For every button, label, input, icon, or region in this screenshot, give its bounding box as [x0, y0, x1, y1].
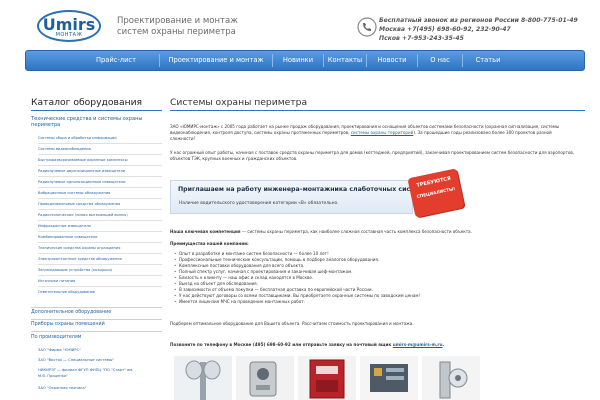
call-to-action: Позвоните по телефону в Москве (495) 698…: [170, 342, 575, 348]
nav-item-new[interactable]: Новинки: [273, 51, 323, 70]
call-end: .: [442, 342, 445, 347]
sidebar-subitem[interactable]: Радиотехнические (линия вытекающей волны…: [38, 210, 128, 220]
electronics-board-icon: [360, 356, 418, 400]
sidebar-subitem[interactable]: Источники питания: [38, 276, 75, 286]
pick-equipment-text: Подберем оптимальное оборудование для Ва…: [170, 321, 414, 326]
key-competence-text: — системы охраны периметра, как наиболее…: [240, 229, 472, 234]
sidebar-subitem[interactable]: Комбинированные извещатели: [38, 232, 98, 242]
nav-item-articles[interactable]: Статьи: [463, 51, 513, 70]
tagline-line: систем охраны периметра: [117, 27, 236, 37]
sidebar-subitem[interactable]: Технические средства охраны ограждения: [38, 243, 120, 253]
banner-title: Приглашаем на работу инженера–монтажника…: [178, 186, 423, 193]
detector-device-icon: [236, 356, 294, 400]
tagline-line: Проектирование и монтаж: [117, 16, 238, 26]
sidebar-link-by-manufacturer[interactable]: По производителям: [31, 335, 81, 340]
experience-paragraph: У нас огромный опыт работы, начиная с по…: [170, 150, 575, 161]
job-banner[interactable]: Приглашаем на работу инженера–монтажника…: [170, 180, 423, 214]
product-thumbnail[interactable]: [236, 356, 294, 400]
sensor-post-icon: [174, 356, 232, 400]
product-thumbnail[interactable]: [174, 356, 232, 400]
main-nav: Прайс-лист Проектирование и монтаж Новин…: [25, 50, 585, 71]
nav-item-news[interactable]: Новости: [367, 51, 417, 70]
territory-security-link[interactable]: системы охраны территорий: [351, 130, 414, 135]
list-item: Имеется лицензия МЧС на проведение монта…: [174, 299, 579, 305]
page-title: Системы охраны периметра: [170, 97, 308, 108]
barrier-sensor-icon: [422, 356, 480, 400]
site-header: Umirs МОНТАЖ Проектирование и монтаж сис…: [0, 0, 600, 48]
product-thumbnail[interactable]: [422, 356, 480, 400]
contact-line: Псков +7-953-243-35-45: [379, 35, 464, 42]
nav-item-price-list[interactable]: Прайс-лист: [86, 51, 146, 70]
contact-line: Москва +7(495) 698-60-92, 232-90-47: [379, 26, 511, 33]
sidebar-category-perimeter[interactable]: Технические средства и системы охраны пе…: [31, 116, 162, 128]
manufacturer-link[interactable]: ЗАО "Охранная техника": [38, 386, 86, 390]
sidebar-subitem[interactable]: Быстроразворачиваемые охранные комплексы: [38, 155, 128, 165]
banner-subtitle: Наличие водительского удостоверения кате…: [179, 201, 339, 206]
key-competence-label: Наша ключевая компетенция: [170, 229, 241, 234]
sidebar-divider: [31, 307, 162, 308]
email-link[interactable]: umirs-m@umirs-m.ru: [393, 342, 443, 347]
product-thumbnail[interactable]: [360, 356, 418, 400]
sidebar-subitem[interactable]: Осветительное оборудование: [38, 287, 95, 297]
sidebar-subitem[interactable]: Радиолучевые двухпозиционные извещатели: [38, 166, 125, 176]
manufacturer-link[interactable]: ЗАО "Восток — Специальные системы": [38, 358, 114, 362]
sidebar-subitem[interactable]: Инфракрасные извещатели: [38, 221, 91, 231]
sidebar-subitem[interactable]: Электроконтактные средства обнаружения: [38, 254, 122, 264]
contact-line: Бесплатный звонок из регионов России 8-8…: [379, 17, 578, 24]
contact-phones: Бесплатный звонок из регионов России 8-8…: [379, 16, 597, 43]
sidebar-subitem[interactable]: Радиолучевые однопозиционные извещатели: [38, 177, 125, 187]
sidebar-subitem[interactable]: Системы сбора и обработки информации: [38, 133, 117, 143]
intro-paragraph: ЗАО «ЮМИРС-монтаж» с 2005 года работает …: [170, 124, 575, 142]
nav-item-about[interactable]: О нас: [418, 51, 462, 70]
site-logo[interactable]: Umirs МОНТАЖ: [37, 10, 101, 42]
manufacturer-link[interactable]: ЗАО "Фирма "ЮМИРС": [38, 348, 81, 352]
nav-item-design-install[interactable]: Проектирование и монтаж: [160, 51, 272, 70]
sidebar-subitem[interactable]: Заграждающие устройства (козырьки): [38, 265, 112, 275]
call-text: Позвоните по телефону в Москве (495) 698…: [170, 342, 393, 347]
sidebar-link-extra-equipment[interactable]: Дополнительное оборудование: [31, 310, 111, 315]
nav-item-contacts[interactable]: Контакты: [324, 51, 366, 70]
sidebar-link-room-security[interactable]: Приборы охраны помещений: [31, 322, 105, 327]
advantages-title: Преимущества нашей компании:: [170, 241, 249, 246]
title-divider: [170, 110, 585, 111]
logo-subtext: МОНТАЖ: [55, 32, 83, 38]
advantages-list: Опыт в разработке и монтаже систем безоп…: [174, 251, 579, 305]
sidebar-subitem[interactable]: Вибрационные системы обнаружения: [38, 188, 110, 198]
sidebar-divider: [31, 331, 162, 332]
sidebar-divider: [31, 319, 162, 320]
hiring-badge: ТРЕБУЮТСЯ СПЕЦИАЛИСТЫ!: [407, 168, 465, 218]
sidebar-subitem[interactable]: Проводноволновые средства обнаружения: [38, 199, 120, 209]
product-thumbnail[interactable]: [298, 356, 356, 400]
site-tagline: Проектирование и монтаж систем охраны пе…: [117, 16, 317, 38]
control-panel-icon: [298, 356, 356, 400]
phone-handset-icon: [357, 17, 377, 37]
manufacturer-link[interactable]: НИКИРЭТ — филиал ФГУП ФНПЦ "ПО "Старт" и…: [38, 368, 133, 372]
manufacturer-link[interactable]: М.В. Проценко": [38, 374, 68, 378]
sidebar-subitem[interactable]: Системы видеонаблюдения: [38, 144, 91, 154]
key-competence: Наша ключевая компетенция — системы охра…: [170, 229, 575, 235]
sidebar-title: Каталог оборудования: [31, 97, 143, 108]
sidebar-divider: [31, 110, 162, 111]
